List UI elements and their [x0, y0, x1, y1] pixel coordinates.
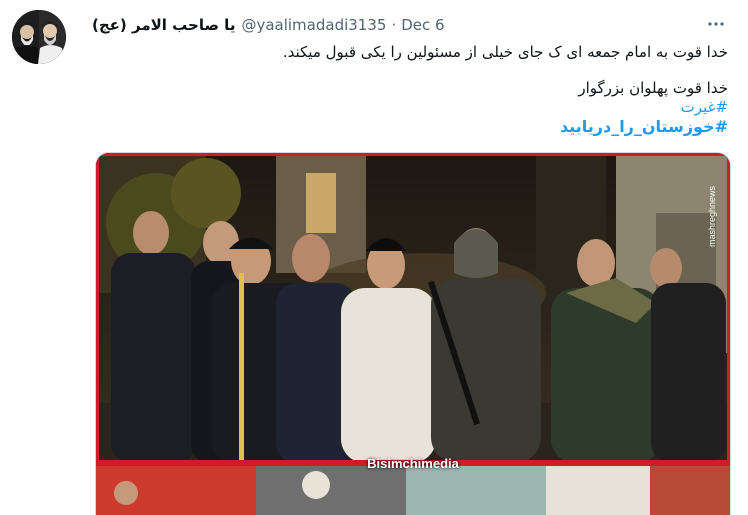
- side-watermark: mashreghnews: [707, 185, 717, 247]
- more-options-icon[interactable]: [704, 14, 728, 34]
- media-photo: [96, 153, 730, 463]
- user-handle[interactable]: @yaalimadadi3135: [241, 16, 386, 34]
- hashtag-link[interactable]: #خوزستان_را_دریابید: [92, 116, 728, 138]
- media-watermark: Bisimchimedia: [367, 456, 459, 471]
- tweet-date[interactable]: Dec 6: [401, 16, 444, 34]
- hashtag-link[interactable]: #غیرت: [92, 96, 728, 118]
- tweet-header: یا صاحب الامر (عج) @yaalimadadi3135 · De…: [92, 14, 445, 36]
- tweet-media[interactable]: Bisimchimedia mashreghnews: [95, 152, 731, 515]
- separator-dot: ·: [391, 16, 397, 34]
- avatar[interactable]: [12, 10, 66, 64]
- display-name[interactable]: یا صاحب الامر (عج): [92, 16, 235, 34]
- tweet-card[interactable]: یا صاحب الامر (عج) @yaalimadadi3135 · De…: [0, 0, 748, 515]
- tweet-text-line: خدا قوت به امام جمعه ای ک جای خیلی از مس…: [282, 43, 728, 61]
- side-watermark-text: mashreghnews: [707, 185, 717, 247]
- avatar-image: [12, 10, 66, 64]
